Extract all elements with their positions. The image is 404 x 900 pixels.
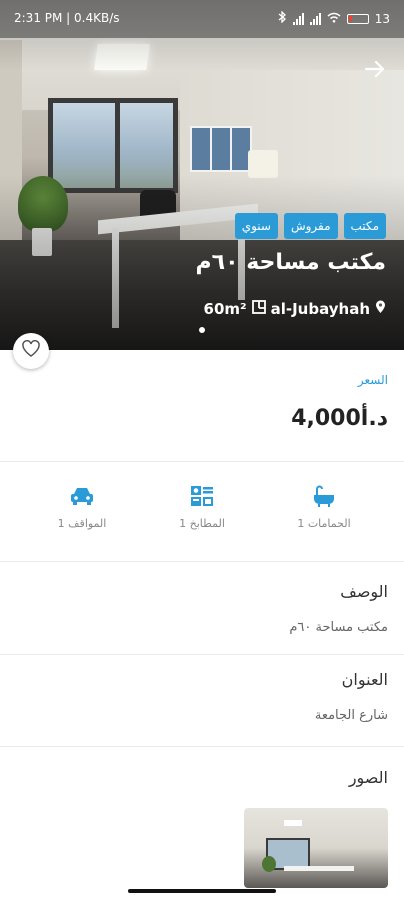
location-value: al-Jubayhah [270, 300, 370, 318]
carousel-indicator[interactable] [199, 327, 205, 333]
thumb-plant [262, 856, 276, 872]
wifi-icon [327, 12, 341, 26]
hero-shade [0, 0, 404, 350]
feature-bathrooms: الحمامات 1 [264, 485, 384, 530]
bluetooth-icon [278, 10, 287, 26]
price-value: 4,000د.أ [291, 406, 388, 431]
hero-image[interactable] [0, 0, 404, 350]
divider [0, 561, 404, 562]
price-amount: 4,000 [291, 406, 361, 431]
signal-icon [309, 12, 321, 25]
feature-kitchens: المطابخ 1 [142, 485, 262, 530]
status-bar: 2:31 PM | 0.4KB/s 13 [0, 0, 404, 38]
description-text: مكتب مساحة ٦٠م [289, 620, 388, 635]
listing-meta: 60m² al-Jubayhah [204, 300, 386, 318]
divider [0, 654, 404, 655]
tag-badge: مكتب [343, 213, 386, 239]
feature-label: المواقف 1 [57, 517, 107, 530]
divider [0, 461, 404, 462]
kitchen-icon [189, 485, 215, 507]
location-pin-icon [375, 300, 386, 318]
price-label: السعر [357, 373, 388, 387]
floorplan-icon [251, 300, 266, 318]
description-title: الوصف [340, 582, 388, 601]
address-title: العنوان [341, 670, 388, 689]
thumb-desk [284, 866, 354, 871]
price-currency: د.أ [360, 406, 388, 431]
photos-title: الصور [348, 768, 388, 787]
feature-label: الحمامات 1 [297, 517, 351, 530]
listing-tags: سنوي مفروش مكتب [234, 213, 386, 239]
divider [0, 746, 404, 747]
battery-icon [346, 13, 369, 24]
address-text: شارع الجامعة [314, 708, 388, 723]
heart-icon [21, 340, 41, 362]
bath-icon [311, 485, 337, 507]
home-indicator[interactable] [128, 889, 276, 893]
feature-parking: المواقف 1 [22, 485, 142, 530]
arrow-right-icon[interactable] [362, 56, 388, 82]
tag-badge: سنوي [234, 213, 278, 239]
listing-title: مكتب مساحة ٦٠م [195, 250, 386, 275]
signal-icon [292, 12, 304, 25]
favorite-button[interactable] [13, 333, 49, 369]
area-value: 60m² [203, 300, 247, 318]
tag-badge: مفروش [283, 213, 338, 239]
battery-level: 13 [374, 11, 390, 26]
feature-label: المطابخ 1 [179, 517, 225, 530]
photo-thumbnail[interactable] [244, 808, 388, 888]
car-icon [69, 485, 95, 507]
thumb-light [284, 820, 302, 826]
status-icons: 13 [278, 10, 390, 26]
status-time: 2:31 PM | 0.4KB/s [14, 11, 120, 25]
